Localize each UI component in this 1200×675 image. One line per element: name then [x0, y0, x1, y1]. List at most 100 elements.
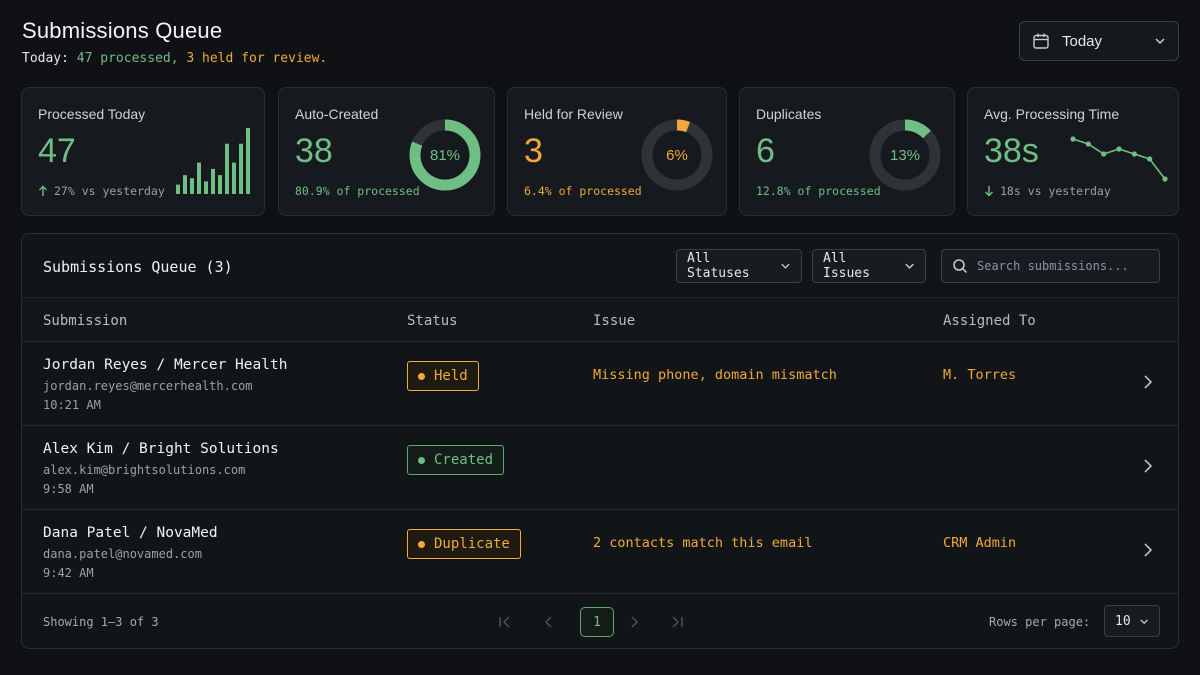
issue-filter-value: All Issues — [823, 251, 870, 281]
sparkline-bar — [246, 128, 250, 194]
sparkline-bar — [225, 143, 229, 194]
status-badge: Created — [407, 445, 505, 475]
status-label: Duplicate — [434, 536, 510, 552]
status-label: Created — [434, 452, 494, 468]
sparkline-bar — [218, 175, 222, 194]
card-sub: 18s vs yesterday — [984, 184, 1111, 198]
last-page-button[interactable] — [660, 607, 694, 637]
first-page-button[interactable] — [488, 607, 522, 637]
column-header-assigned-to: Assigned To — [943, 313, 1036, 329]
issue-text: 2 contacts match this email — [593, 535, 813, 551]
status-dot-icon — [418, 372, 425, 380]
search-icon — [953, 259, 968, 274]
subtitle-label: Today: — [22, 51, 69, 66]
card-auto-created: Auto-Created 38 80.9% of processed 81% — [278, 87, 495, 216]
next-page-button[interactable] — [617, 607, 651, 637]
column-header-submission: Submission — [43, 313, 128, 329]
sparkline-bar — [239, 143, 243, 194]
status-filter-select[interactable]: All Statuses — [676, 249, 802, 283]
arrow-down-icon — [985, 186, 993, 197]
card-processed-today: Processed Today 47 27% vs yesterday — [21, 87, 265, 216]
subtitle-held: 3 held for review. — [186, 51, 328, 66]
card-title: Processed Today — [38, 106, 146, 122]
chevron-down-icon — [905, 263, 914, 269]
first-page-icon — [499, 616, 510, 628]
table-header: Submission Status Issue Assigned To — [22, 297, 1178, 342]
pagination-summary: Showing 1–3 of 3 — [43, 615, 159, 629]
page-title: Submissions Queue — [22, 18, 223, 43]
table-row[interactable]: Alex Kim / Bright Solutions alex.kim@bri… — [22, 426, 1178, 510]
column-header-status: Status — [407, 313, 458, 329]
submission-name: Dana Patel / NovaMed — [43, 525, 218, 541]
card-value: 47 — [38, 132, 76, 170]
rows-per-page-select[interactable]: 10 — [1104, 605, 1160, 637]
issue-filter-select[interactable]: All Issues — [812, 249, 926, 283]
subtitle-processed: 47 processed, — [76, 51, 179, 66]
submission-email: alex.kim@brightsolutions.com — [43, 463, 246, 477]
submission-name: Jordan Reyes / Mercer Health — [43, 357, 288, 373]
sparkline-bar — [183, 175, 187, 194]
last-page-icon — [672, 616, 683, 628]
submission-email: dana.patel@novamed.com — [43, 547, 202, 561]
card-duplicates: Duplicates 6 12.8% of processed 13% — [739, 87, 955, 216]
column-header-issue: Issue — [593, 313, 636, 329]
submission-time: 10:21 AM — [43, 398, 101, 412]
submission-name: Alex Kim / Bright Solutions — [43, 441, 279, 457]
card-title: Duplicates — [756, 106, 822, 122]
avg-time-trend-sparkline — [1070, 136, 1168, 182]
queue-title: Submissions Queue (3) — [43, 258, 233, 276]
card-title: Held for Review — [524, 106, 623, 122]
status-dot-icon — [418, 540, 425, 548]
chevron-down-icon — [1155, 38, 1165, 45]
submission-email: jordan.reyes@mercerhealth.com — [43, 379, 253, 393]
sparkline-bar — [211, 168, 215, 194]
sparkline-point — [1085, 141, 1091, 147]
assignee: M. Torres — [943, 367, 1017, 383]
table-row[interactable]: Dana Patel / NovaMed dana.patel@novamed.… — [22, 510, 1178, 594]
chevron-down-icon — [1139, 618, 1148, 624]
chevron-right-icon[interactable] — [1142, 458, 1154, 474]
sparkline-point — [1131, 151, 1137, 157]
issue-text: Missing phone, domain mismatch — [593, 367, 837, 383]
page-subtitle: Today: 47 processed, 3 held for review. — [22, 51, 327, 66]
status-dot-icon — [418, 456, 425, 464]
sparkline-bar — [232, 162, 236, 194]
submission-time: 9:58 AM — [43, 482, 94, 496]
submissions-queue-panel: Submissions Queue (3) All Statuses All I… — [21, 233, 1179, 649]
status-badge: Duplicate — [407, 529, 521, 559]
status-badge: Held — [407, 361, 479, 391]
chevron-right-icon[interactable] — [1142, 542, 1154, 558]
sparkline-point — [1101, 151, 1107, 157]
card-value: 6 — [756, 132, 775, 170]
card-sub: 6.4% of processed — [524, 184, 642, 198]
card-title: Avg. Processing Time — [984, 106, 1120, 122]
card-avg-processing-time: Avg. Processing Time 38s 18s vs yesterda… — [967, 87, 1179, 216]
card-held-for-review: Held for Review 3 6.4% of processed 6% — [507, 87, 727, 216]
search-input[interactable] — [977, 259, 1147, 273]
status-filter-value: All Statuses — [687, 251, 750, 281]
submission-time: 9:42 AM — [43, 566, 94, 580]
page-1-button[interactable]: 1 — [580, 607, 614, 637]
rows-per-page-label: Rows per page: — [989, 615, 1091, 629]
search-box[interactable] — [941, 249, 1160, 283]
sparkline-bar — [204, 181, 208, 194]
chevron-right-icon[interactable] — [1142, 374, 1154, 390]
chevron-left-icon — [544, 616, 552, 628]
sparkline-bar — [176, 184, 180, 194]
previous-page-button[interactable] — [532, 607, 566, 637]
sparkline-point — [1147, 156, 1153, 162]
card-value: 38s — [984, 132, 1039, 170]
chevron-right-icon — [631, 616, 639, 628]
sparkline-bar — [197, 162, 201, 194]
sparkline-point — [1116, 146, 1122, 152]
date-filter-select[interactable]: Today — [1019, 21, 1179, 61]
table-row[interactable]: Jordan Reyes / Mercer Health jordan.reye… — [22, 342, 1178, 426]
status-label: Held — [434, 368, 468, 384]
card-sub: 80.9% of processed — [295, 184, 420, 198]
donut-percent-label: 6% — [666, 147, 688, 164]
processed-bar-sparkline — [176, 128, 250, 194]
card-sub: 27% vs yesterday — [38, 184, 165, 198]
donut-percent-label: 13% — [889, 147, 921, 164]
assignee: CRM Admin — [943, 535, 1017, 551]
card-sub-text: 18s vs yesterday — [1000, 184, 1111, 198]
